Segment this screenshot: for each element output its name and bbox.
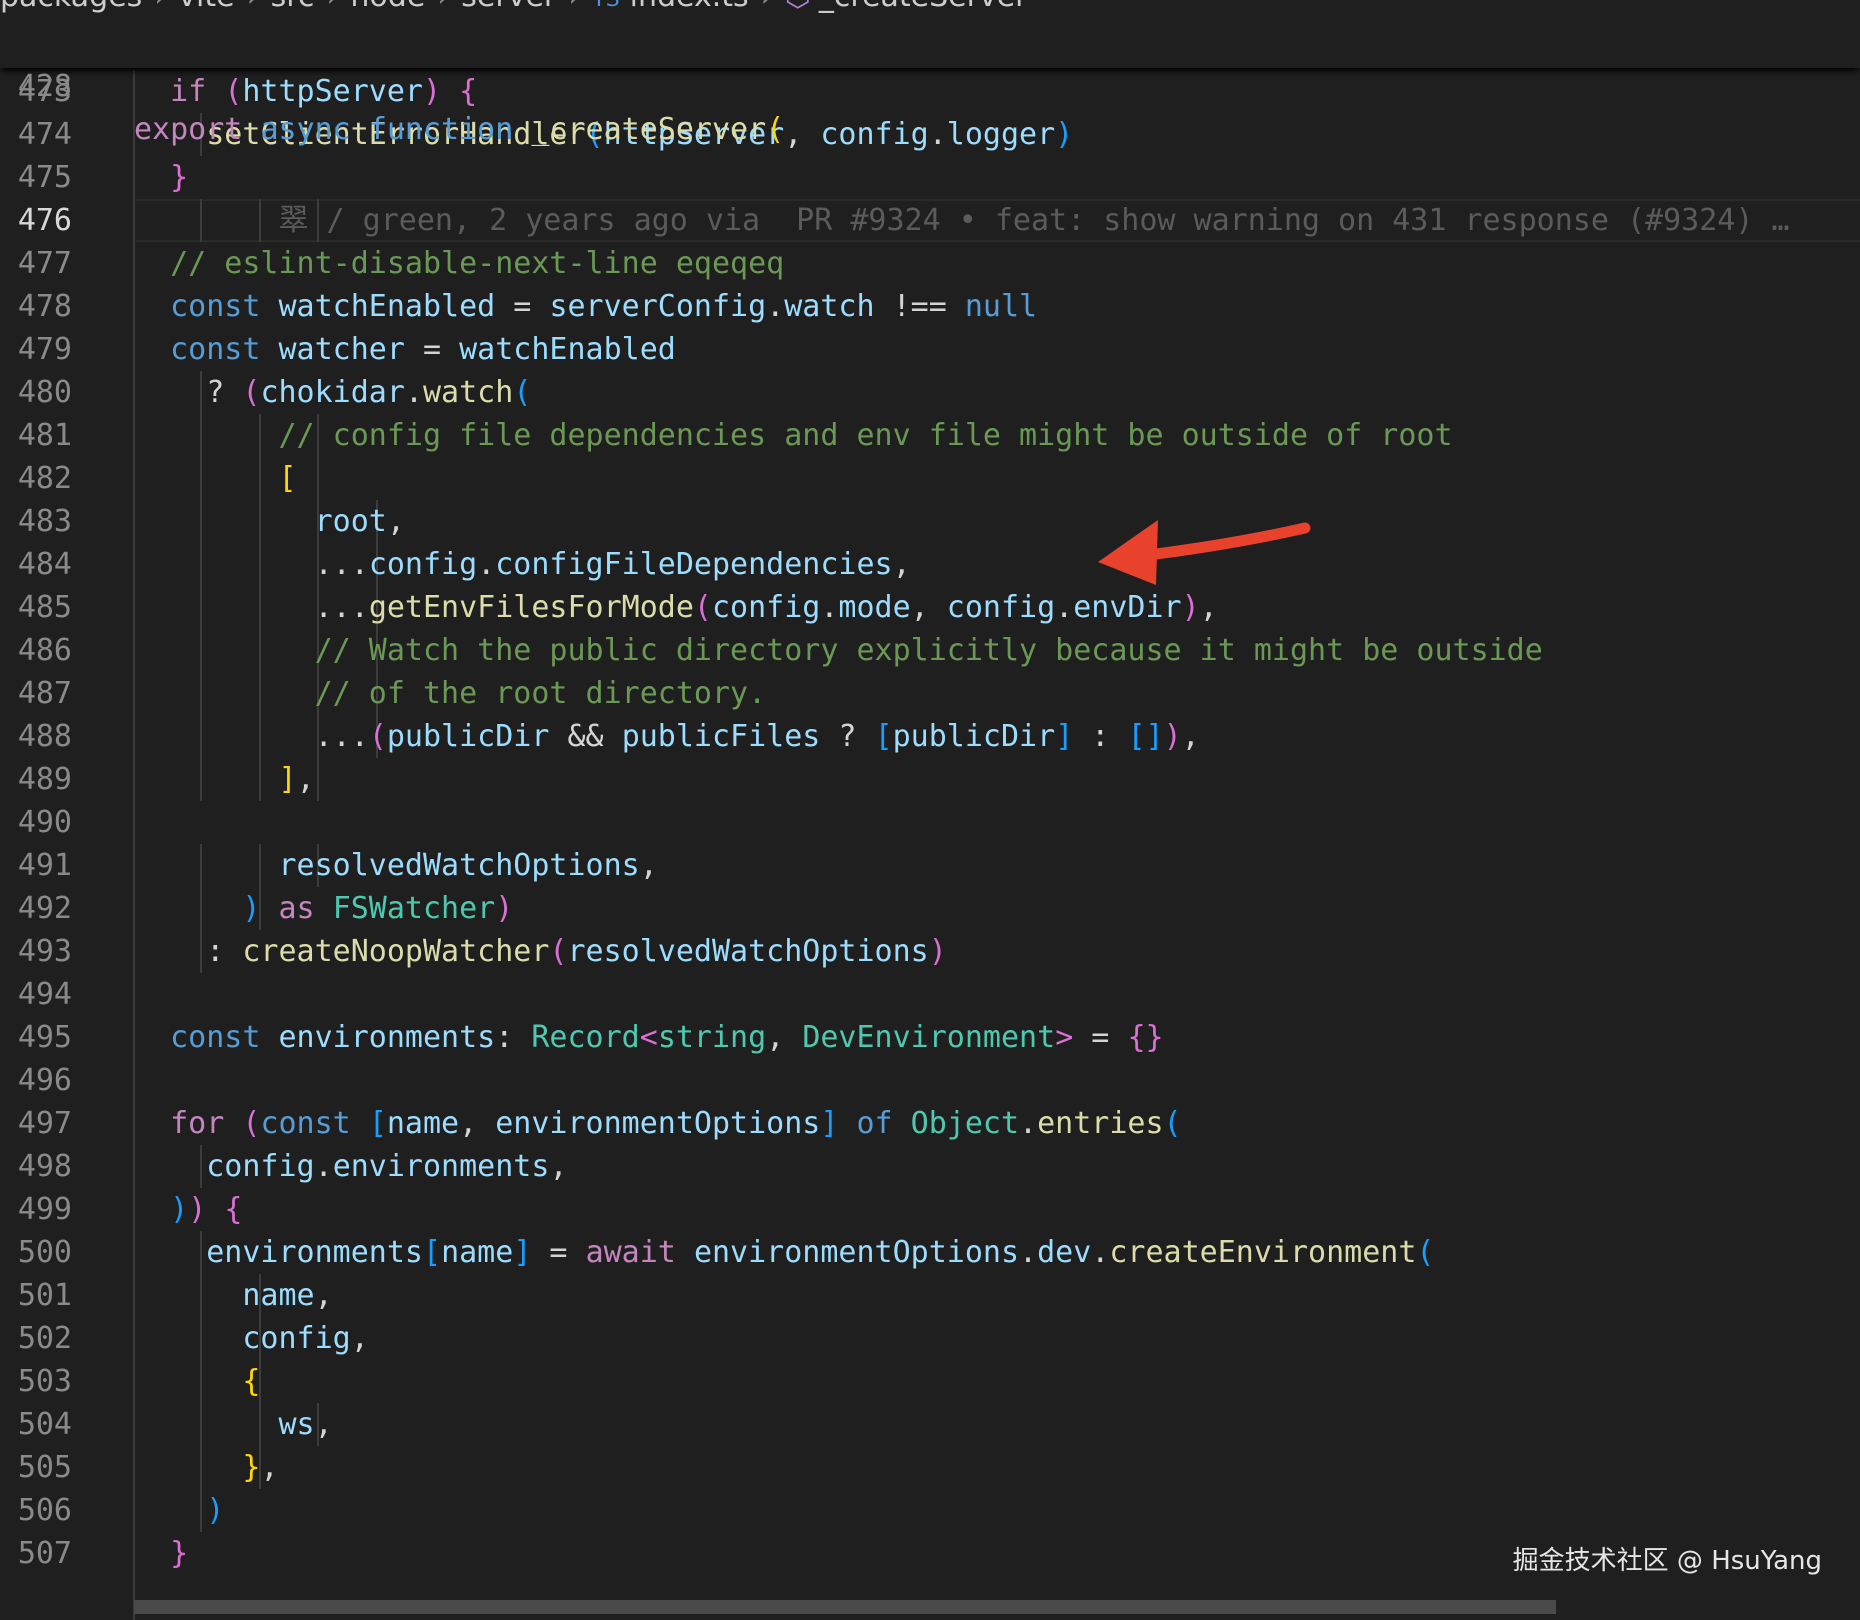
arrow-shaft	[1134, 522, 1311, 562]
sticky-scroll-header[interactable]: 428 export async function _createServer(	[0, 20, 1860, 147]
code-token: export	[134, 112, 261, 147]
annotation-arrow	[1098, 520, 1311, 585]
sticky-line[interactable]: 428 export async function _createServer(	[0, 22, 1860, 147]
code-line-content: export async function _createServer(	[134, 108, 784, 151]
code-token: function	[368, 112, 532, 147]
code-token: _createServer	[531, 112, 767, 147]
arrow-head	[1098, 520, 1158, 585]
code-token: async	[260, 112, 369, 147]
code-token: (	[766, 112, 785, 147]
line-number: 428	[17, 69, 72, 104]
